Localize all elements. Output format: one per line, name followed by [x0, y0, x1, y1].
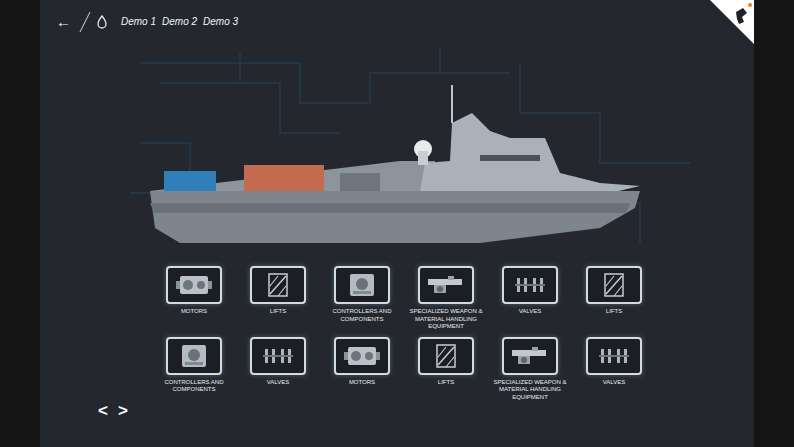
- motor-icon: [342, 343, 382, 369]
- demo-tab[interactable]: Demo 2: [162, 16, 197, 27]
- category-tile[interactable]: [250, 337, 306, 375]
- left-margin: [0, 0, 40, 447]
- category-tile[interactable]: [586, 266, 642, 304]
- lift-icon: [426, 343, 466, 369]
- demo-tab[interactable]: Demo 1: [121, 16, 156, 27]
- category-label: VALVES: [572, 379, 656, 387]
- robot-arm-icon: [710, 0, 754, 44]
- weapon-icon: [510, 343, 550, 369]
- category-tile[interactable]: [250, 266, 306, 304]
- controller-icon: [342, 272, 382, 298]
- lift-icon: [594, 272, 634, 298]
- category-card[interactable]: CONTROLLERS AND COMPONENTS: [152, 337, 236, 402]
- motor-icon: [174, 272, 214, 298]
- valve-icon: [258, 343, 298, 369]
- valve-icon: [510, 272, 550, 298]
- category-tile[interactable]: [334, 266, 390, 304]
- drop-icon[interactable]: [97, 15, 107, 29]
- category-card[interactable]: MOTORS: [152, 266, 236, 331]
- category-tile[interactable]: [418, 337, 474, 375]
- category-tile[interactable]: [418, 266, 474, 304]
- valve-icon: [594, 343, 634, 369]
- back-button[interactable]: ←: [56, 13, 71, 30]
- category-label: SPECIALIZED WEAPON & MATERIAL HANDLING E…: [488, 379, 572, 402]
- pager: <>: [40, 401, 754, 421]
- category-card[interactable]: SPECIALIZED WEAPON & MATERIAL HANDLING E…: [404, 266, 488, 331]
- category-card[interactable]: MOTORS: [320, 337, 404, 402]
- demo-tabs: Demo 1 Demo 2 Demo 3: [121, 16, 238, 27]
- category-card[interactable]: VALVES: [236, 337, 320, 402]
- category-card[interactable]: CONTROLLERS AND COMPONENTS: [320, 266, 404, 331]
- category-label: VALVES: [236, 379, 320, 387]
- category-label: LIFTS: [572, 308, 656, 316]
- category-label: CONTROLLERS AND COMPONENTS: [320, 308, 404, 323]
- category-label: VALVES: [488, 308, 572, 316]
- top-bar: ← Demo 1 Demo 2 Demo 3: [40, 0, 754, 43]
- category-label: LIFTS: [404, 379, 488, 387]
- category-label: SPECIALIZED WEAPON & MATERIAL HANDLING E…: [404, 308, 488, 331]
- category-label: MOTORS: [320, 379, 404, 387]
- category-tile[interactable]: [502, 337, 558, 375]
- category-tile[interactable]: [166, 337, 222, 375]
- category-card[interactable]: VALVES: [488, 266, 572, 331]
- category-grid: MOTORSLIFTSCONTROLLERS AND COMPONENTSSPE…: [40, 266, 754, 401]
- corner-badge[interactable]: [710, 0, 754, 44]
- weapon-icon: [426, 272, 466, 298]
- category-card[interactable]: SPECIALIZED WEAPON & MATERIAL HANDLING E…: [488, 337, 572, 402]
- next-button[interactable]: >: [118, 401, 128, 421]
- category-tile[interactable]: [586, 337, 642, 375]
- controller-icon: [174, 343, 214, 369]
- category-card[interactable]: LIFTS: [404, 337, 488, 402]
- category-label: MOTORS: [152, 308, 236, 316]
- category-card[interactable]: LIFTS: [572, 266, 656, 331]
- demo-tab[interactable]: Demo 3: [203, 16, 238, 27]
- lift-icon: [258, 272, 298, 298]
- category-card[interactable]: LIFTS: [236, 266, 320, 331]
- right-margin: [754, 0, 794, 447]
- ship-stage: [40, 43, 754, 258]
- app-frame: ←Demo 1Demo 2Demo 3MOTORSLIFTSCONTROLLER…: [0, 0, 794, 447]
- category-tile[interactable]: [334, 337, 390, 375]
- category-label: LIFTS: [236, 308, 320, 316]
- category-tile[interactable]: [166, 266, 222, 304]
- ship-image: [40, 43, 754, 258]
- prev-button[interactable]: <: [98, 401, 108, 421]
- category-label: CONTROLLERS AND COMPONENTS: [152, 379, 236, 394]
- category-card[interactable]: VALVES: [572, 337, 656, 402]
- divider-icon: [79, 11, 91, 33]
- main-panel: ←Demo 1Demo 2Demo 3MOTORSLIFTSCONTROLLER…: [40, 0, 754, 447]
- category-tile[interactable]: [502, 266, 558, 304]
